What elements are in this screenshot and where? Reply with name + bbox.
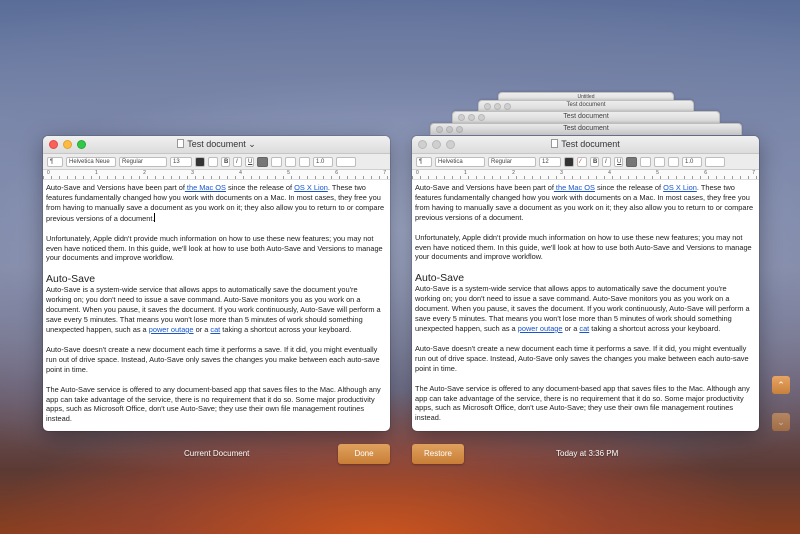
paragraph: Auto-Save is a system-wide service that … [415,284,750,333]
underline-button: U [614,156,623,167]
text-cursor [154,212,156,222]
paragraph: The Auto-Save service is offered to any … [415,383,750,423]
ruler-number: 0 [47,170,50,176]
text-color-well [564,156,574,167]
link-cat[interactable]: cat [579,324,589,333]
current-document-window[interactable]: Test document ⌄ ¶ Helvetica Neue Regular… [43,136,390,431]
ruler-number: 3 [560,170,563,176]
ruler-number: 4 [608,170,611,176]
justify-button[interactable] [299,156,310,167]
list-menu [705,156,725,167]
highlight-color-well[interactable] [208,156,218,167]
link-os-x-lion[interactable]: OS X Lion [663,183,697,192]
ruler-number: 0 [416,170,419,176]
ruler-number: 2 [143,170,146,176]
bold-button: B [590,156,599,167]
font-size-field[interactable]: 13 [170,156,192,167]
window-title: Test document [412,139,759,149]
ruler-number: 3 [191,170,194,176]
ruler-number: 2 [512,170,515,176]
ruler-number: 6 [335,170,338,176]
link-mac-os[interactable]: the Mac OS [185,183,226,192]
ruler-number: 6 [704,170,707,176]
ruler-number: 5 [287,170,290,176]
paragraph: Unfortunately, Apple didn't provide much… [46,233,383,263]
window-title[interactable]: Test document ⌄ [43,139,390,150]
document-icon [551,139,559,148]
ruler-number: 5 [656,170,659,176]
align-center-button [640,156,651,167]
current-document-label: Current Document [184,449,250,458]
version-stack-item[interactable]: Test document [452,111,720,123]
paragraph: Auto-Save doesn't create a new document … [46,344,380,374]
font-family-menu[interactable]: Helvetica Neue [66,156,116,167]
link-power-outage[interactable]: power outage [518,324,563,333]
paragraph: Unfortunately, Apple didn't provide much… [415,232,752,262]
title-bar: Test document ⌄ [43,136,390,154]
italic-button: I [602,156,611,167]
font-family-menu: Helvetica [435,156,485,167]
link-power-outage[interactable]: power outage [149,325,194,334]
paragraph: The Auto-Save service is offered to any … [46,384,381,424]
align-right-button [654,156,665,167]
paragraph: Auto-Save doesn't create a new document … [415,343,749,373]
align-right-button[interactable] [285,156,296,167]
justify-button [668,156,679,167]
version-timestamp: Today at 3:36 PM [556,449,619,458]
paragraph-style-menu: ¶ [416,156,432,167]
document-icon [177,139,185,148]
bold-button[interactable]: B [221,156,230,167]
ruler-number: 1 [464,170,467,176]
link-os-x-lion[interactable]: OS X Lion [294,183,328,192]
restore-button[interactable]: Restore [412,444,464,464]
text-color-well[interactable] [195,156,205,167]
underline-button[interactable]: U [245,156,254,167]
font-style-menu[interactable]: Regular [119,156,167,167]
ruler: 0 1 2 3 4 5 6 7 [412,170,759,180]
paragraph: Auto-Save is a system-wide service that … [46,285,381,334]
version-title: Test document [566,102,606,108]
font-style-menu: Regular [488,156,536,167]
link-mac-os[interactable]: the Mac OS [554,183,595,192]
window-title-text: Test document [187,139,246,149]
done-button[interactable]: Done [338,444,390,464]
chevron-down-icon[interactable]: ⌄ [772,413,790,431]
section-heading: Auto-Save [46,273,96,286]
ruler-number: 7 [752,170,755,176]
align-center-button[interactable] [271,156,282,167]
paragraph-style-menu[interactable]: ¶ [47,156,63,167]
ruler-number: 4 [239,170,242,176]
version-title: Test document [563,113,609,120]
ruler-number: 7 [383,170,386,176]
window-title-text: Test document [561,139,620,149]
paragraph: Auto-Save and Versions have been part of… [46,183,385,223]
document-text-area[interactable]: Auto-Save and Versions have been part of… [43,180,390,431]
highlight-color-well: ⁄ [577,156,587,167]
ruler[interactable]: 0 1 2 3 4 5 6 7 [43,170,390,180]
align-left-button[interactable] [257,156,268,167]
list-menu[interactable] [336,156,356,167]
line-spacing-menu[interactable]: 1.0 [313,156,333,167]
paragraph: Auto-Save and Versions have been part of… [415,183,754,222]
chevron-up-icon[interactable]: ⌃ [772,376,790,394]
italic-button[interactable]: I [233,156,242,167]
version-title: Test document [563,125,609,132]
format-toolbar: ¶ Helvetica Regular 12 ⁄ B I U 1.0 [412,154,759,170]
line-spacing-menu: 1.0 [682,156,702,167]
document-text-area[interactable]: Auto-Save and Versions have been part of… [412,180,759,431]
version-document-window[interactable]: Test document ¶ Helvetica Regular 12 ⁄ B… [412,136,759,431]
link-cat[interactable]: cat [210,325,220,334]
align-left-button [626,156,637,167]
section-heading: Auto-Save [415,272,465,285]
format-toolbar: ¶ Helvetica Neue Regular 13 B I U 1.0 [43,154,390,170]
version-stack-item[interactable]: Test document [430,123,742,135]
title-bar: Test document [412,136,759,154]
ruler-number: 1 [95,170,98,176]
font-size-field: 12 [539,156,561,167]
